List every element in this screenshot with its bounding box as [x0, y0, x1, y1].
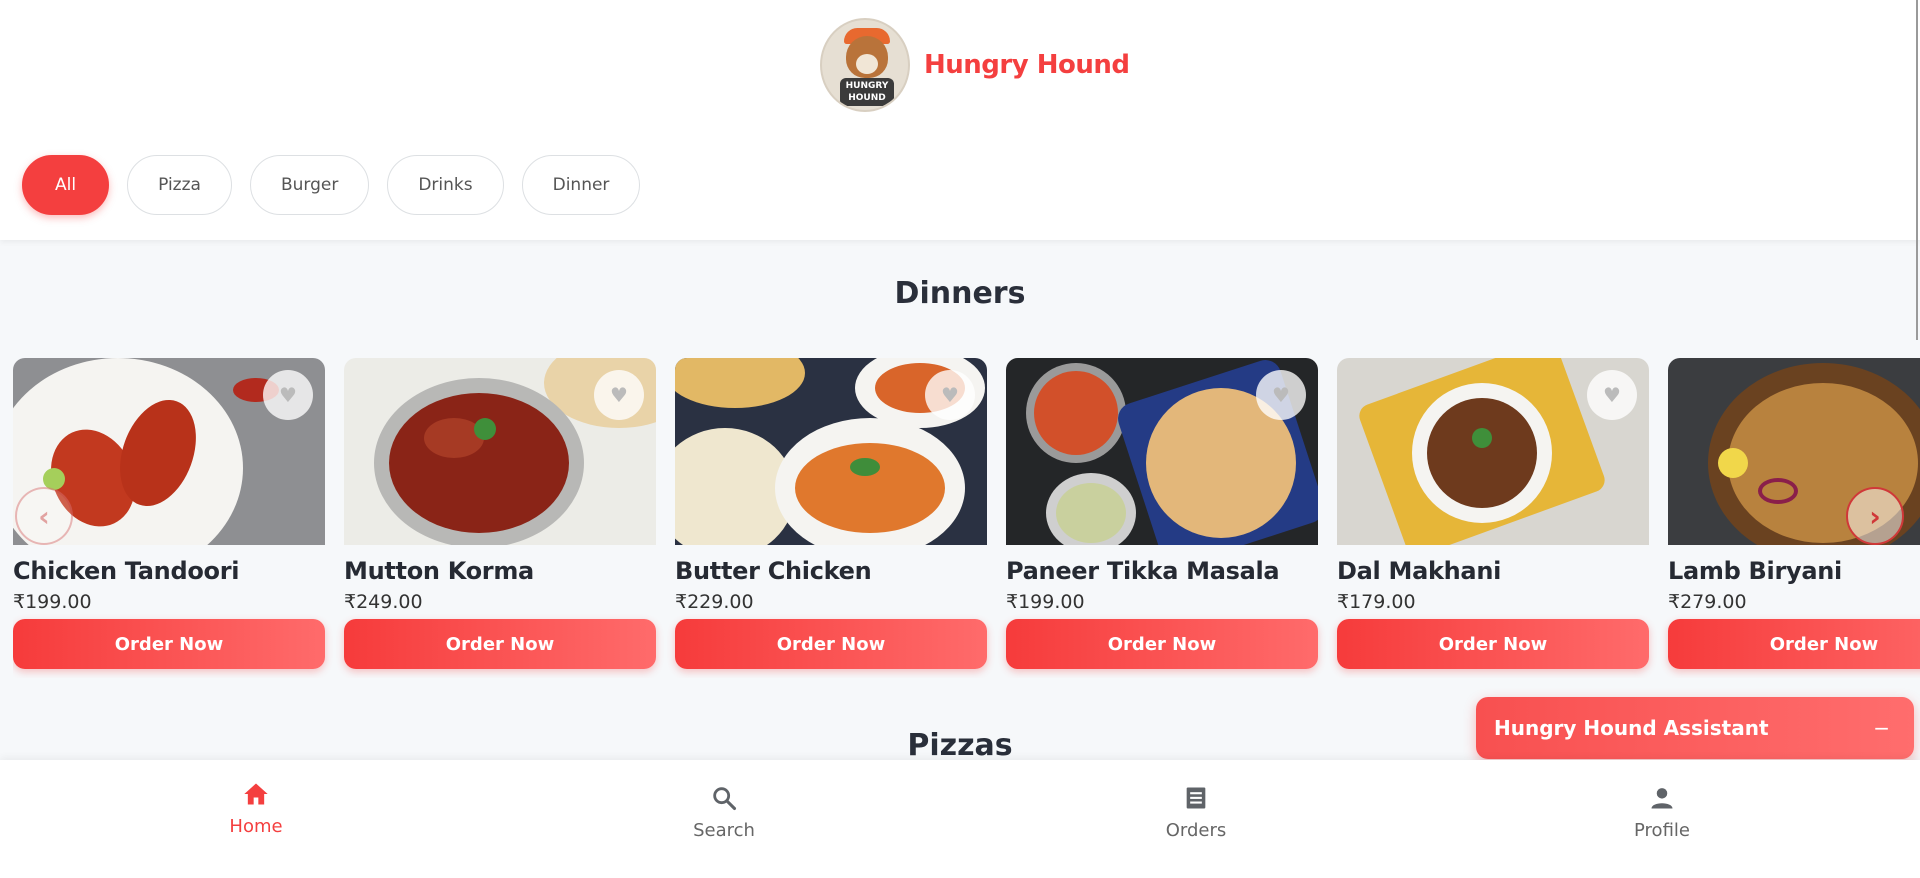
food-card[interactable]: ♥ Mutton Korma ₹249.00 Order Now	[344, 358, 656, 669]
brand-logo: HUNGRY HOUND	[820, 18, 910, 112]
nav-search-label: Search	[693, 820, 755, 841]
nav-search[interactable]: Search	[644, 782, 804, 841]
nav-home[interactable]: Home	[176, 778, 336, 837]
category-chip-all[interactable]: All	[22, 155, 110, 215]
order-now-button[interactable]: Order Now	[1006, 619, 1318, 669]
person-icon	[1582, 782, 1742, 814]
food-name: Dal Makhani	[1337, 557, 1502, 585]
food-card[interactable]: ♥ Butter Chicken ₹229.00 Order Now	[675, 358, 987, 669]
category-chip-burger[interactable]: Burger	[249, 155, 370, 215]
food-name: Butter Chicken	[675, 557, 872, 585]
food-card[interactable]: ♥ Paneer Tikka Masala ₹199.00 Order Now	[1006, 358, 1318, 669]
section-title-dinners: Dinners	[894, 276, 1026, 311]
food-name: Lamb Biryani	[1668, 557, 1842, 585]
food-image: ♥	[675, 358, 987, 545]
food-price: ₹229.00	[675, 591, 754, 613]
category-chip-dinner[interactable]: Dinner	[521, 155, 641, 215]
category-chip-pizza[interactable]: Pizza	[127, 155, 232, 215]
order-now-button[interactable]: Order Now	[1668, 619, 1920, 669]
order-now-button[interactable]: Order Now	[13, 619, 325, 669]
food-image: ♥	[1337, 358, 1649, 545]
receipt-icon	[1116, 782, 1276, 814]
order-now-button[interactable]: Order Now	[344, 619, 656, 669]
nav-home-label: Home	[229, 816, 283, 837]
home-icon	[176, 778, 336, 810]
food-name: Mutton Korma	[344, 557, 534, 585]
food-name: Chicken Tandoori	[13, 557, 240, 585]
favorite-heart-icon[interactable]: ♥	[1587, 370, 1637, 420]
food-price: ₹179.00	[1337, 591, 1416, 613]
favorite-heart-icon[interactable]: ♥	[925, 370, 975, 420]
favorite-heart-icon[interactable]: ♥	[263, 370, 313, 420]
food-card[interactable]: ♥ Dal Makhani ₹179.00 Order Now	[1337, 358, 1649, 669]
food-name: Paneer Tikka Masala	[1006, 557, 1280, 585]
assistant-title: Hungry Hound Assistant	[1494, 716, 1769, 740]
food-price: ₹199.00	[1006, 591, 1085, 613]
carousel-next-button[interactable]: ›	[1846, 487, 1904, 545]
nav-profile-label: Profile	[1634, 820, 1690, 841]
bottom-navigation: Home Search Orders Profile	[0, 760, 1920, 878]
order-now-button[interactable]: Order Now	[675, 619, 987, 669]
category-chip-drinks[interactable]: Drinks	[387, 155, 504, 215]
order-now-button[interactable]: Order Now	[1337, 619, 1649, 669]
assistant-widget[interactable]: Hungry Hound Assistant −	[1476, 697, 1914, 759]
food-image: ♥	[344, 358, 656, 545]
brand[interactable]: HUNGRY HOUND Hungry Hound	[820, 18, 1130, 112]
favorite-heart-icon[interactable]: ♥	[594, 370, 644, 420]
food-price: ₹199.00	[13, 591, 92, 613]
food-price: ₹279.00	[1668, 591, 1747, 613]
dinners-carousel: ♥ Chicken Tandoori ₹199.00 Order Now ♥ M…	[13, 358, 1920, 678]
carousel-prev-button[interactable]: ‹	[15, 487, 73, 545]
favorite-heart-icon[interactable]: ♥	[1256, 370, 1306, 420]
food-price: ₹249.00	[344, 591, 423, 613]
search-icon	[644, 782, 804, 814]
nav-orders[interactable]: Orders	[1116, 782, 1276, 841]
minimize-icon[interactable]: −	[1873, 716, 1890, 740]
category-filter: All Pizza Burger Drinks Dinner	[22, 155, 641, 215]
nav-profile[interactable]: Profile	[1582, 782, 1742, 841]
nav-orders-label: Orders	[1165, 820, 1227, 841]
brand-name: Hungry Hound	[924, 50, 1130, 80]
top-header: HUNGRY HOUND Hungry Hound All Pizza Burge…	[0, 0, 1920, 240]
food-image: ♥	[1006, 358, 1318, 545]
